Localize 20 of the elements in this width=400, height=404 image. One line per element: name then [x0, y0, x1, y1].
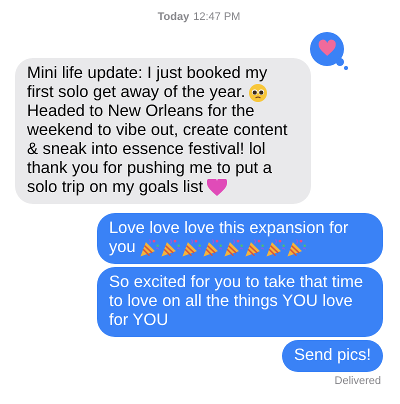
heart-icon — [207, 178, 228, 196]
party-popper-icon — [182, 238, 201, 257]
message-text: So excited for you to take that time to love on all the things YOU love for YOU — [109, 273, 364, 330]
party-popper-icon — [202, 238, 222, 257]
party-popper-icon — [224, 238, 243, 257]
message-text: first solo get away of the year. — [27, 83, 246, 102]
party-popper-icon — [286, 238, 306, 257]
timestamp-day: Today — [158, 11, 190, 23]
message-text: Send pics! — [294, 346, 371, 365]
pleading-face-icon — [249, 84, 268, 102]
party-popper-icon — [266, 238, 285, 257]
message-text: you — [109, 238, 136, 257]
timestamp-time: 12:47 PM — [193, 11, 240, 23]
message-text: solo trip on my goals list — [27, 178, 204, 197]
delivery-status: Delivered — [334, 375, 381, 387]
party-popper-icon — [140, 238, 159, 257]
message-text: Love love love this expansion for — [109, 219, 350, 238]
message-text: Mini life update: I just booked my — [27, 64, 268, 83]
party-popper-icon — [160, 238, 180, 257]
party-popper-icon — [244, 238, 264, 257]
